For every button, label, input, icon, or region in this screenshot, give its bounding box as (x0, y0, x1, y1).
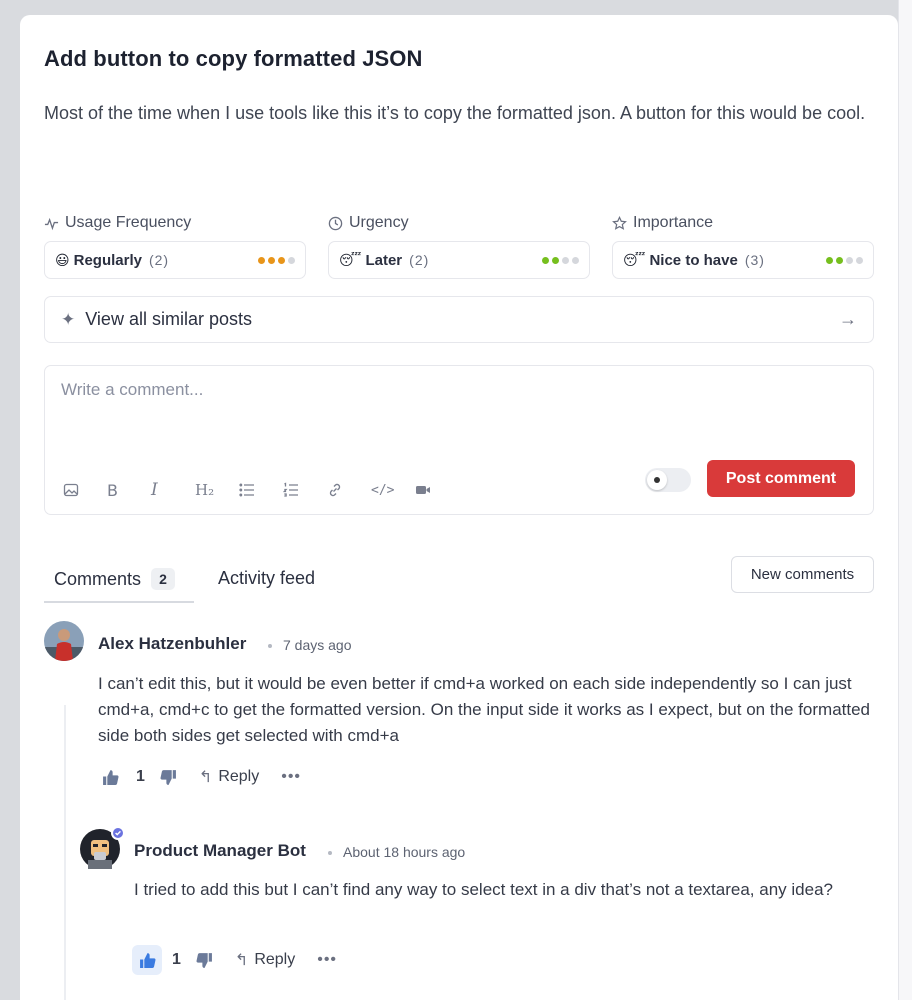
comment-body: I tried to add this but I can’t find any… (134, 880, 833, 899)
comment-author[interactable]: Alex Hatzenbuhler (98, 634, 246, 654)
clock-icon (328, 216, 343, 230)
post-description: Most of the time when I use tools like t… (44, 103, 866, 123)
meta-value: Nice to have (649, 251, 738, 269)
tab-comments[interactable]: Comments 2 (54, 568, 176, 590)
urgency-select[interactable]: 😴 Later (2) (328, 241, 590, 279)
new-comments-button[interactable]: New comments (731, 556, 874, 593)
comments-count-badge: 2 (151, 568, 176, 590)
comment-time[interactable]: 7 days ago (283, 637, 352, 653)
editor-toolbar: B I H₂ </> (63, 478, 459, 502)
comment-actions: 1 ↰ Reply ••• (132, 945, 337, 975)
meta-label-text: Usage Frequency (65, 214, 192, 231)
level-dot-filled (542, 256, 549, 264)
post-card: Add button to copy formatted JSON Most o… (20, 15, 898, 1000)
meta-count: (2) (409, 252, 430, 268)
importance-label: Importance (612, 214, 713, 232)
more-options-icon[interactable]: ••• (317, 951, 337, 969)
sparkle-icon: ✦ (61, 309, 76, 329)
tab-activity-label: Activity feed (218, 568, 316, 588)
like-count: 1 (136, 768, 145, 785)
reply-button[interactable]: Reply (254, 951, 295, 969)
eye-icon (647, 470, 667, 490)
reply-icon[interactable]: ↰ (235, 950, 248, 970)
urgency-label: Urgency (328, 214, 409, 232)
level-dot-empty (846, 256, 853, 264)
usage-frequency-select[interactable]: 😃 Regularly (2) (44, 241, 306, 279)
sleepy-emoji-icon: 😴 (339, 251, 362, 268)
level-dot-filled (552, 256, 559, 264)
sleepy-emoji-icon: 😴 (623, 251, 646, 268)
tab-comments-label: Comments (54, 568, 142, 589)
adjacent-panel-edge (898, 0, 912, 1000)
view-similar-label: View all similar posts (85, 309, 252, 329)
like-count: 1 (172, 951, 181, 968)
thumbs-down-icon[interactable] (159, 767, 179, 787)
thumbs-down-icon[interactable] (195, 950, 215, 970)
meta-count: (2) (148, 252, 170, 268)
activity-icon (44, 217, 59, 230)
verified-badge-icon (111, 826, 125, 840)
comment-author[interactable]: Product Manager Bot (134, 841, 306, 861)
level-dot-filled (826, 256, 833, 264)
smile-emoji-icon: 😃 (55, 251, 70, 268)
level-dot-filled (258, 256, 265, 264)
comment-editor[interactable]: Write a comment... B I H₂ </> Post comme… (44, 365, 874, 515)
reply-icon[interactable]: ↰ (199, 767, 212, 787)
star-icon (612, 215, 627, 230)
thumbs-up-icon[interactable] (132, 945, 162, 975)
comment-actions: 1 ↰ Reply ••• (100, 767, 301, 787)
thumbs-up-icon[interactable] (100, 767, 120, 787)
code-icon[interactable]: </> (371, 478, 415, 502)
reply-button[interactable]: Reply (218, 768, 259, 786)
image-icon[interactable] (63, 478, 107, 502)
level-dot-filled (268, 256, 275, 264)
video-icon[interactable] (415, 478, 459, 502)
meta-value: Regularly (73, 251, 142, 269)
thread-line (64, 705, 66, 1000)
arrow-right-icon: → (839, 309, 857, 329)
private-toggle[interactable] (645, 468, 691, 492)
level-dots (258, 256, 295, 264)
numbered-list-icon[interactable] (283, 478, 327, 502)
level-dot-empty (856, 256, 863, 264)
level-dot-empty (288, 256, 295, 264)
bot-avatar[interactable] (80, 826, 125, 869)
level-dot-filled (836, 256, 843, 264)
meta-count: (3) (744, 252, 765, 268)
meta-value: Later (365, 251, 403, 269)
comment-input[interactable]: Write a comment... (61, 380, 203, 400)
meta-label-text: Urgency (349, 214, 409, 231)
level-dot-filled (278, 256, 285, 264)
tab-activity-feed[interactable]: Activity feed (218, 568, 315, 589)
comment-time[interactable]: About 18 hours ago (343, 844, 465, 860)
separator-dot (268, 644, 272, 648)
avatar[interactable] (44, 621, 84, 661)
separator-dot (328, 851, 332, 855)
meta-label-text: Importance (633, 214, 714, 231)
heading-icon[interactable]: H₂ (195, 478, 239, 502)
link-icon[interactable] (327, 478, 371, 502)
importance-select[interactable]: 😴 Nice to have (3) (612, 241, 874, 279)
italic-icon[interactable]: I (151, 478, 195, 502)
view-similar-posts-button[interactable]: ✦ View all similar posts → (44, 296, 874, 343)
usage-frequency-label: Usage Frequency (44, 214, 191, 232)
bold-icon[interactable]: B (107, 478, 151, 502)
level-dot-empty (572, 256, 579, 264)
level-dot-empty (562, 256, 569, 264)
bullet-list-icon[interactable] (239, 478, 283, 502)
post-title: Add button to copy formatted JSON (44, 46, 423, 71)
comment-body: I can’t edit this, but it would be even … (98, 674, 871, 745)
level-dots (542, 256, 579, 264)
level-dots (826, 256, 863, 264)
tab-underline (44, 601, 194, 603)
more-options-icon[interactable]: ••• (281, 768, 301, 786)
post-comment-button[interactable]: Post comment (707, 460, 855, 497)
